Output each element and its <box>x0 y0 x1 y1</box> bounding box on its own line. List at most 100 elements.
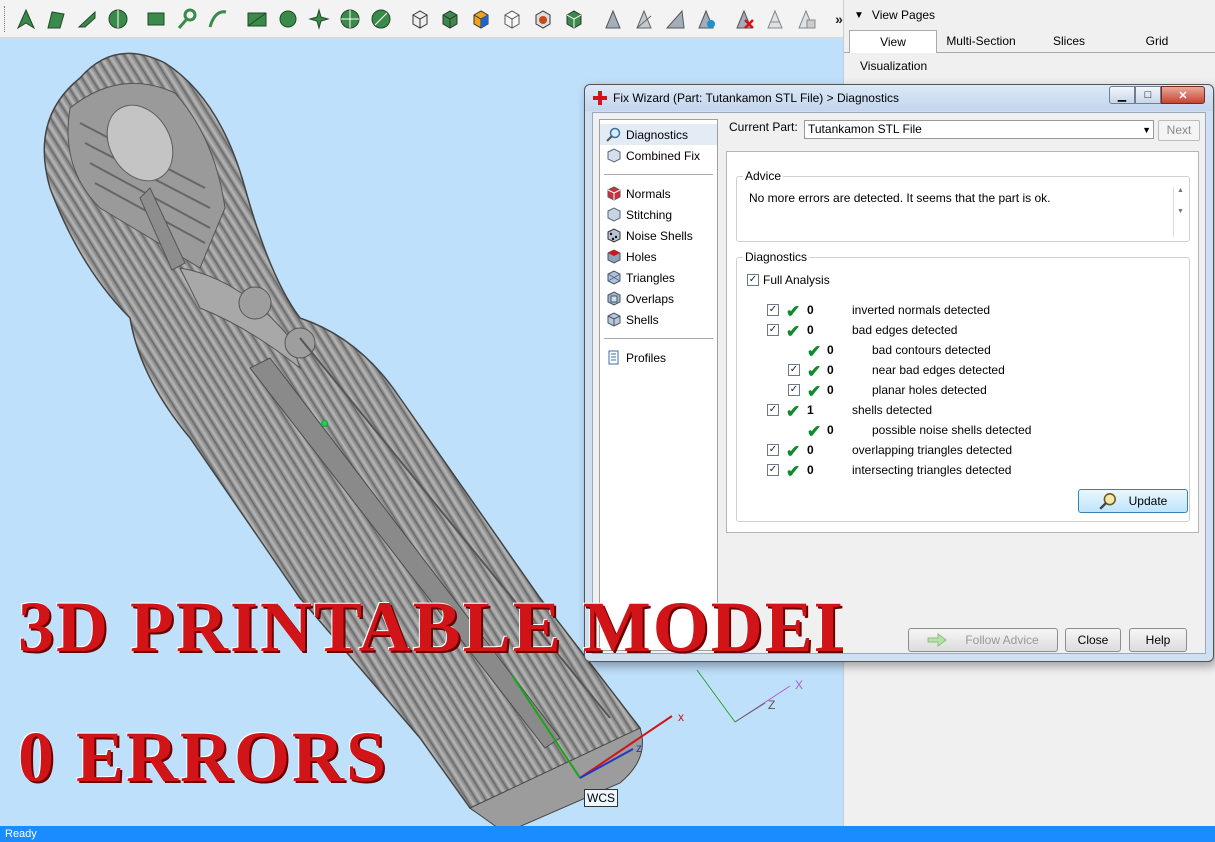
measure-icon[interactable] <box>601 7 625 31</box>
diag-count: 0 <box>807 323 814 337</box>
nav-item-label: Stitching <box>626 207 673 222</box>
select-surface-icon[interactable] <box>276 7 300 31</box>
view-iso-icon[interactable] <box>562 7 586 31</box>
row-checkbox[interactable]: ✓ <box>767 304 779 316</box>
select-region-icon[interactable] <box>44 7 68 31</box>
nav-item-label: Diagnostics <box>626 127 689 142</box>
maximize-button[interactable]: □ <box>1135 86 1161 104</box>
status-bar: Ready <box>0 826 1215 842</box>
select-icon[interactable] <box>13 7 37 31</box>
document-icon <box>608 350 619 365</box>
select-brush-icon[interactable] <box>175 7 199 31</box>
nav-item-label: Holes <box>626 249 657 264</box>
select-box-icon[interactable] <box>145 7 169 31</box>
view-right-icon[interactable] <box>500 7 524 31</box>
close-button[interactable]: Close <box>1065 628 1121 652</box>
axis-z-label: z <box>636 741 642 755</box>
nav-item-diagnostics[interactable]: Diagnostics <box>600 124 717 145</box>
measure-edge-icon[interactable] <box>663 7 687 31</box>
advice-text: No more errors are detected. It seems th… <box>749 191 1051 205</box>
tab-grid[interactable]: Grid <box>1113 30 1201 52</box>
row-checkbox[interactable]: ✓ <box>767 404 779 416</box>
diag-text: intersecting triangles detected <box>852 463 1012 477</box>
nav-item-normals[interactable]: Normals <box>600 183 717 204</box>
wizard-nav: Diagnostics Combined Fix Normals Stitchi… <box>599 119 718 651</box>
advice-group-label: Advice <box>743 169 784 183</box>
select-shell-icon[interactable] <box>307 7 331 31</box>
toolbar-overflow-button[interactable]: » <box>835 11 843 27</box>
nav-item-combined-fix[interactable]: Combined Fix <box>600 145 717 166</box>
follow-advice-label: Follow Advice <box>965 633 1039 647</box>
diag-count: 0 <box>807 463 814 477</box>
row-checkbox[interactable]: ✓ <box>788 364 800 376</box>
measure-plane-icon[interactable] <box>763 7 787 31</box>
diag-row-noise-shells: ✔ 0 possible noise shells detected <box>767 422 1187 441</box>
view-left-icon[interactable] <box>469 7 493 31</box>
toolbar-grip[interactable] <box>4 5 7 32</box>
full-analysis-row: ✓ Full Analysis <box>747 273 830 287</box>
tab-multi-section[interactable]: Multi-Section <box>937 30 1025 52</box>
row-checkbox[interactable]: ✓ <box>767 444 779 456</box>
help-button[interactable]: Help <box>1129 628 1187 652</box>
green-check-icon: ✔ <box>786 462 801 481</box>
select-line-icon[interactable] <box>75 7 99 31</box>
update-button[interactable]: Update <box>1078 489 1188 513</box>
nav-item-stitching[interactable]: Stitching <box>600 204 717 225</box>
tab-slices[interactable]: Slices <box>1025 30 1113 52</box>
banner-title: 3D PRINTABLE MODEL <box>18 587 843 667</box>
nav-item-profiles[interactable]: Profiles <box>600 347 717 368</box>
collapse-arrow-icon[interactable]: ▼ <box>854 10 864 21</box>
view-pages-tabs: View Multi-Section Slices Grid <box>844 30 1215 53</box>
minimize-button[interactable]: ▁ <box>1109 86 1135 104</box>
full-analysis-checkbox[interactable]: ✓ <box>747 274 759 286</box>
next-button[interactable]: Next <box>1158 120 1200 141</box>
green-check-icon: ✔ <box>807 382 822 401</box>
select-curve-icon[interactable] <box>206 7 230 31</box>
nav-item-label: Overlaps <box>626 291 675 306</box>
pivot-point[interactable] <box>321 420 328 427</box>
nav-item-holes[interactable]: Holes <box>600 246 717 267</box>
measure-point-icon[interactable] <box>694 7 718 31</box>
current-part-label: Current Part: <box>729 120 798 134</box>
delete-measure-icon[interactable] <box>732 7 756 31</box>
follow-advice-button[interactable]: Follow Advice <box>908 628 1058 652</box>
select-triangle-icon[interactable] <box>369 7 393 31</box>
diag-row-bad-edges: ✓ ✔ 0 bad edges detected <box>767 322 1187 341</box>
nav-item-triangles[interactable]: Triangles <box>600 267 717 288</box>
nav-item-shells[interactable]: Shells <box>600 309 717 330</box>
current-part-value: Tutankamon STL File <box>808 122 922 136</box>
nav-item-noise-shells[interactable]: Noise Shells <box>600 225 717 246</box>
row-checkbox[interactable]: ✓ <box>788 384 800 396</box>
nav-item-label: Noise Shells <box>626 228 693 243</box>
magnifier-icon <box>1098 493 1116 510</box>
banner-subtitle: 0 ERRORS <box>18 717 389 797</box>
view-top-icon[interactable] <box>531 7 555 31</box>
row-checkbox[interactable]: ✓ <box>767 464 779 476</box>
red-cross-icon <box>593 91 607 105</box>
view-front-icon[interactable] <box>408 7 432 31</box>
measure-export-icon[interactable] <box>794 7 818 31</box>
green-check-icon: ✔ <box>807 422 822 441</box>
axis-x-label: x <box>678 710 684 724</box>
nav-item-label: Profiles <box>626 350 667 365</box>
nav-item-overlaps[interactable]: Overlaps <box>600 288 717 309</box>
tab-view[interactable]: View <box>849 30 937 53</box>
diagnostics-panel: Advice No more errors are detected. It s… <box>726 151 1199 533</box>
nav-divider <box>604 338 713 339</box>
select-wheel-icon[interactable] <box>338 7 362 31</box>
view-pages-header[interactable]: ▼ View Pages <box>844 0 1215 30</box>
select-plane-icon[interactable] <box>245 7 269 31</box>
view-pages-title: View Pages <box>871 8 936 22</box>
close-window-button[interactable]: ✕ <box>1161 86 1205 104</box>
current-part-select[interactable]: Tutankamon STL File ▼ <box>804 120 1154 139</box>
nav-item-label: Triangles <box>626 270 675 285</box>
axis-x2-label: X <box>795 678 804 692</box>
row-checkbox[interactable]: ✓ <box>767 324 779 336</box>
diag-row-bad-contours: ✔ 0 bad contours detected <box>767 342 1187 361</box>
advice-scrollbar[interactable]: ▲ ▼ <box>1173 187 1187 237</box>
window-controls: ▁ □ ✕ <box>1109 86 1205 104</box>
select-circle-icon[interactable] <box>106 7 130 31</box>
measure-angle-icon[interactable] <box>632 7 656 31</box>
nav-item-label: Shells <box>626 312 659 327</box>
view-back-icon[interactable] <box>438 7 462 31</box>
